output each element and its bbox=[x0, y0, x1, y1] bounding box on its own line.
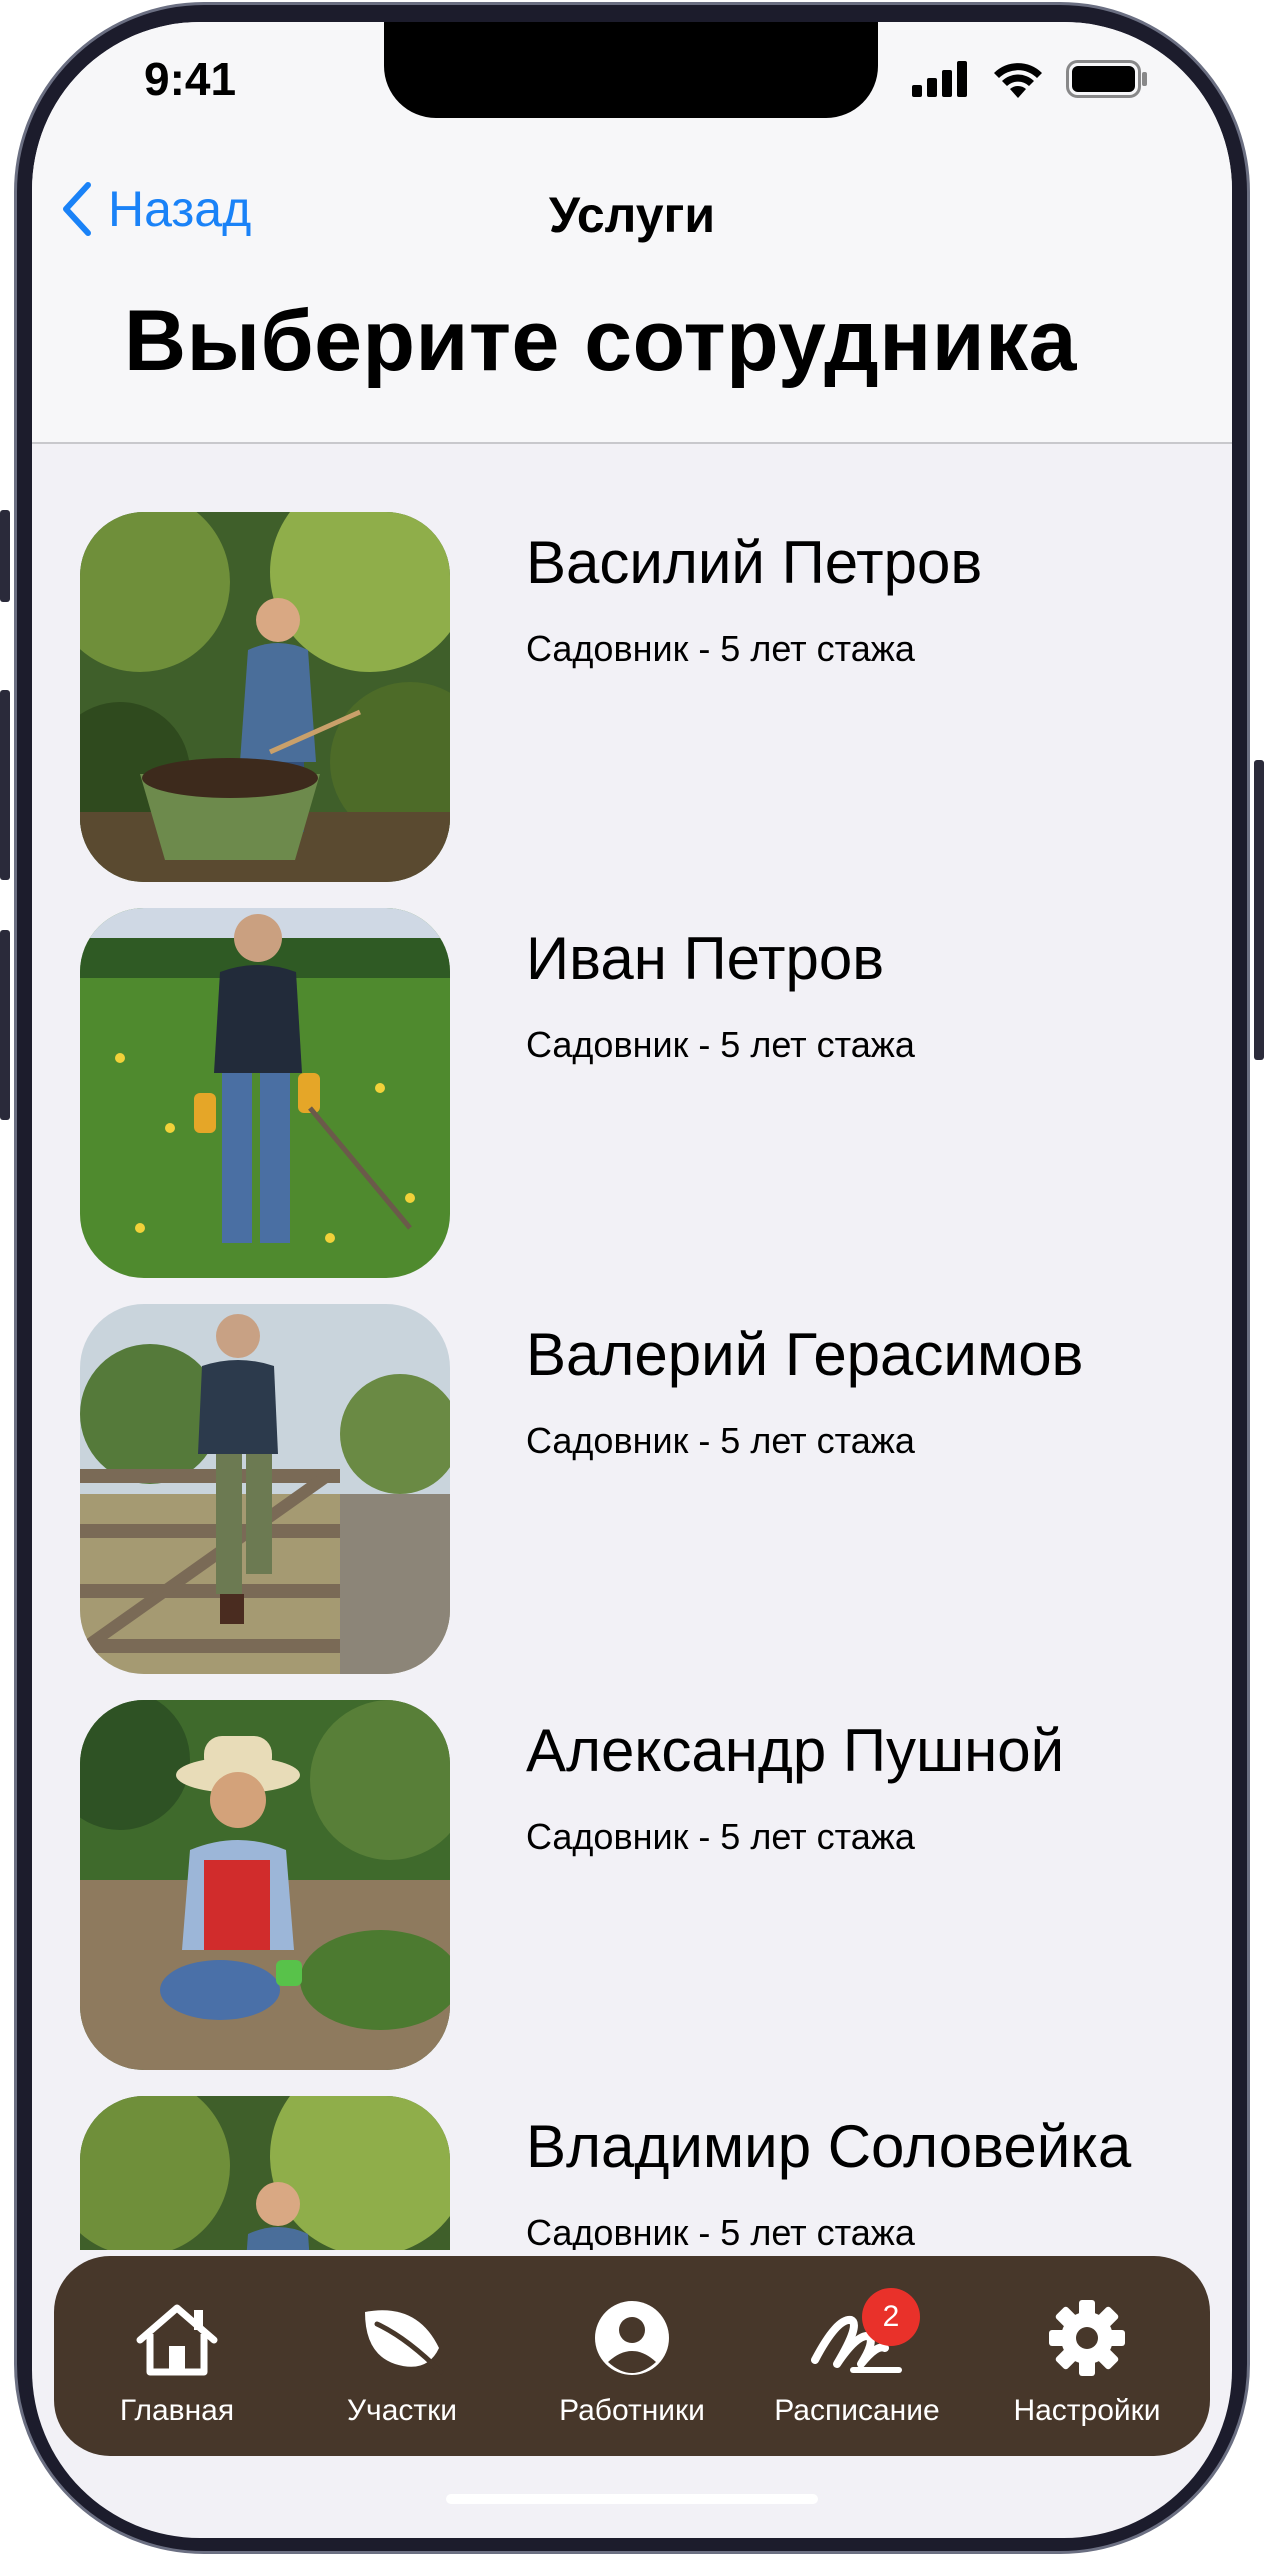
employee-name: Валерий Герасимов bbox=[526, 1321, 1084, 1388]
tab-plots[interactable]: Участки bbox=[287, 2256, 517, 2456]
employee-list: Василий Петров Садовник - 5 лет стажа Ив… bbox=[32, 444, 1232, 2250]
notch bbox=[384, 22, 878, 118]
employee-photo bbox=[80, 1700, 450, 2070]
employee-row[interactable]: Владимир Соловейка Садовник - 5 лет стаж… bbox=[32, 2028, 1232, 2250]
header: 9:41 Назад Услуги Выберите сотрудника bbox=[32, 22, 1232, 444]
employee-row[interactable]: Василий Петров Садовник - 5 лет стажа bbox=[32, 444, 1232, 882]
cellular-signal-icon bbox=[912, 61, 967, 97]
wifi-icon bbox=[994, 63, 1042, 98]
employee-photo bbox=[80, 908, 450, 1278]
side-button bbox=[0, 510, 10, 602]
tab-settings[interactable]: Настройки bbox=[972, 2256, 1202, 2456]
screen: 9:41 Назад Услуги Выберите сотрудника Ва… bbox=[32, 22, 1232, 2538]
home-indicator[interactable] bbox=[446, 2494, 818, 2504]
tab-bar: Главная Участки Работники 2 Расписание Н… bbox=[54, 2256, 1210, 2456]
page-title: Выберите сотрудника bbox=[124, 293, 1077, 389]
tab-home-label: Главная bbox=[119, 2394, 235, 2427]
person-circle-icon bbox=[595, 2301, 669, 2375]
battery-icon bbox=[1066, 60, 1147, 98]
employee-photo bbox=[80, 1304, 450, 1674]
volume-down-button bbox=[0, 930, 10, 1120]
gear-icon bbox=[1049, 2300, 1125, 2376]
employee-name: Владимир Соловейка bbox=[526, 2113, 1132, 2180]
employee-name: Иван Петров bbox=[526, 925, 885, 992]
status-time: 9:41 bbox=[144, 53, 237, 105]
nav-title: Услуги bbox=[548, 187, 716, 243]
tab-plots-label: Участки bbox=[347, 2394, 457, 2427]
tab-workers-label: Работники bbox=[559, 2394, 705, 2427]
status-icons bbox=[912, 60, 1148, 98]
employee-role: Садовник - 5 лет стажа bbox=[526, 1816, 915, 1857]
volume-up-button bbox=[0, 690, 10, 880]
employee-row[interactable]: Валерий Герасимов Садовник - 5 лет стажа bbox=[32, 1236, 1232, 1674]
house-icon bbox=[136, 2304, 218, 2376]
employee-role: Садовник - 5 лет стажа bbox=[526, 1420, 915, 1461]
tab-schedule[interactable]: 2 Расписание bbox=[742, 2256, 972, 2456]
employee-row[interactable]: Александр Пушной Садовник - 5 лет стажа bbox=[32, 1632, 1232, 2070]
tab-home[interactable]: Главная bbox=[62, 2256, 292, 2456]
tab-workers[interactable]: Работники bbox=[517, 2256, 747, 2456]
employee-role: Садовник - 5 лет стажа bbox=[526, 1024, 915, 1065]
tab-schedule-label: Расписание bbox=[774, 2394, 940, 2427]
notification-badge: 2 bbox=[862, 2288, 920, 2346]
employee-name: Василий Петров bbox=[526, 529, 983, 596]
leaf-icon bbox=[365, 2310, 444, 2375]
employee-role: Садовник - 5 лет стажа bbox=[526, 628, 915, 669]
tab-settings-label: Настройки bbox=[1013, 2394, 1161, 2427]
employee-photo bbox=[80, 512, 450, 882]
employee-row[interactable]: Иван Петров Садовник - 5 лет стажа bbox=[32, 840, 1232, 1278]
power-button bbox=[1254, 760, 1264, 1060]
employee-role: Садовник - 5 лет стажа bbox=[526, 2212, 915, 2250]
employee-photo bbox=[80, 2096, 450, 2250]
employee-name: Александр Пушной bbox=[526, 1717, 1065, 1784]
